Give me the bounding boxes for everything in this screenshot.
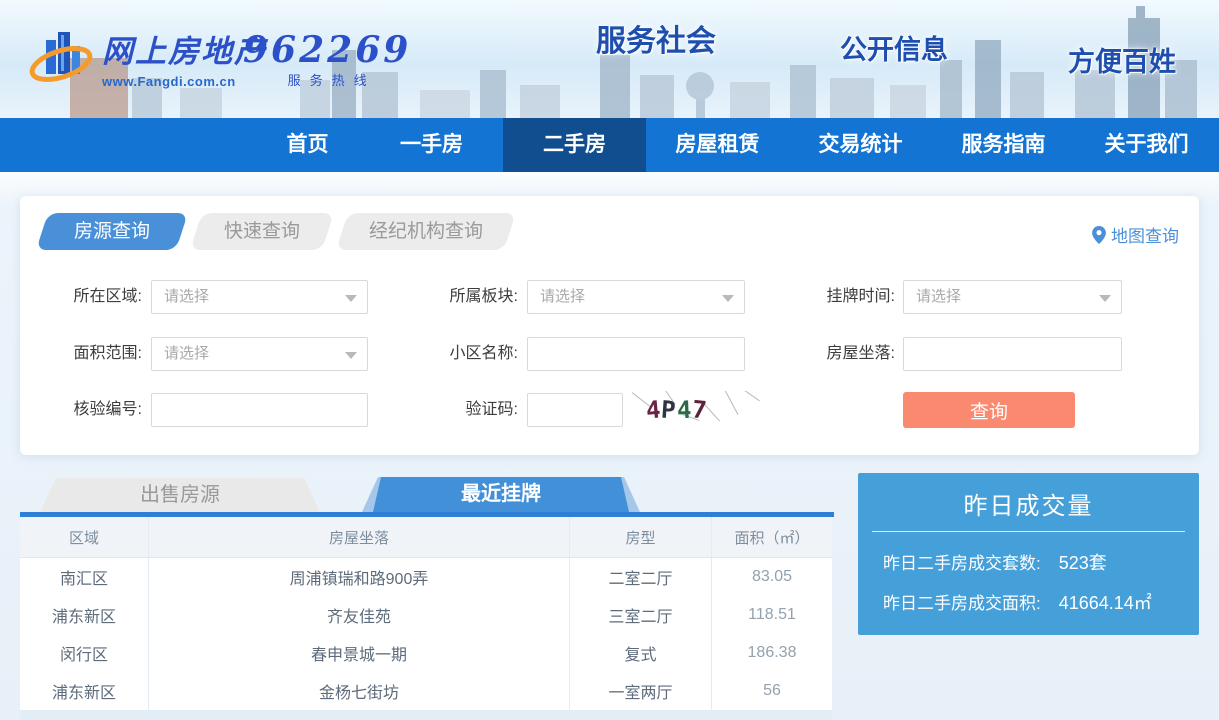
nav-item-statistics[interactable]: 交易统计 — [789, 118, 932, 172]
stats-deal-count: 昨日二手房成交套数: 523套 — [883, 549, 1107, 575]
listing-time-select[interactable]: 请选择 — [903, 280, 1122, 314]
captcha-image[interactable]: 4P47 — [632, 391, 764, 429]
service-hotline: 962269 服务热线 — [243, 32, 411, 89]
map-search-label: 地图查询 — [1111, 222, 1179, 247]
captcha-text: 4P47 — [646, 396, 708, 424]
chevron-down-icon — [345, 352, 357, 359]
captcha-label: 验证码: — [410, 393, 518, 427]
column-header-region: 区域 — [20, 517, 149, 557]
header-slogan: 公开信息 — [840, 28, 948, 67]
nav-item-rental[interactable]: 房屋租赁 — [646, 118, 789, 172]
recent-listings-table: 区域 房屋坐落 房型 面积（㎡） 南汇区 周浦镇瑞和路900弄 二室二厅 83.… — [20, 517, 832, 710]
table-row[interactable]: 浦东新区 齐友佳苑 三室二厅 118.51 — [20, 596, 832, 634]
header-slogan: 方便百姓 — [1068, 40, 1176, 79]
search-panel: 房源查询 快速查询 经纪机构查询 地图查询 所在区域: 请选择 所属板块: 请选… — [20, 196, 1199, 455]
tab-listing-search[interactable]: 房源查询 — [36, 213, 188, 250]
nav-item-about-us[interactable]: 关于我们 — [1075, 118, 1218, 172]
tab-agency-search[interactable]: 经纪机构查询 — [336, 213, 516, 250]
nav-item-second-hand[interactable]: 二手房 — [503, 118, 646, 172]
area-range-select[interactable]: 请选择 — [151, 337, 368, 371]
buildings-logo-icon — [28, 24, 94, 90]
region-select[interactable]: 请选择 — [151, 280, 368, 314]
map-search-link[interactable]: 地图查询 — [1092, 222, 1179, 247]
stats-deal-area-value: 41664.14㎡ — [1059, 593, 1152, 613]
table-row[interactable]: 闵行区 春申景城一期 复式 186.38 — [20, 634, 832, 672]
listing-time-label: 挂牌时间: — [710, 280, 895, 314]
header-slogan: 服务社会 — [596, 16, 716, 60]
site-header: 网上房地产 www.Fangdi.com.cn 962269 服务热线 服务社会… — [0, 0, 1219, 118]
column-header-location: 房屋坐落 — [149, 517, 570, 557]
verification-no-field — [151, 393, 368, 427]
community-name-label: 小区名称: — [410, 337, 518, 371]
house-location-label: 房屋坐落: — [710, 337, 895, 371]
stats-deal-area-label: 昨日二手房成交面积: — [883, 594, 1041, 613]
page: 网上房地产 www.Fangdi.com.cn 962269 服务热线 服务社会… — [0, 0, 1219, 720]
house-location-input[interactable] — [904, 338, 1121, 370]
block-label: 所属板块: — [410, 280, 518, 314]
chevron-down-icon — [1099, 295, 1111, 302]
verification-no-input[interactable] — [152, 394, 367, 426]
stats-divider — [872, 531, 1185, 532]
stats-panel-title: 昨日成交量 — [858, 486, 1199, 521]
chevron-down-icon — [345, 295, 357, 302]
yesterday-transactions-panel: 昨日成交量 昨日二手房成交套数: 523套 昨日二手房成交面积: 41664.14㎡ — [858, 473, 1199, 635]
hotline-label: 服务热线 — [243, 70, 411, 89]
nav-item-home[interactable]: 首页 — [255, 118, 360, 172]
captcha-input[interactable] — [528, 394, 622, 426]
column-header-area: 面积（㎡） — [712, 517, 832, 557]
map-pin-icon — [1092, 226, 1106, 244]
verification-no-label: 核验编号: — [20, 393, 142, 427]
search-tabs: 房源查询 快速查询 经纪机构查询 — [42, 213, 524, 250]
site-logo[interactable]: 网上房地产 www.Fangdi.com.cn — [28, 24, 267, 90]
stats-deal-count-label: 昨日二手房成交套数: — [883, 554, 1041, 573]
main-navigation: 首页 一手房 二手房 房屋租赁 交易统计 服务指南 关于我们 — [0, 118, 1219, 172]
area-range-label: 面积范围: — [20, 337, 142, 371]
tab-recent-listings[interactable]: 最近挂牌 — [362, 477, 640, 512]
stats-deal-count-value: 523套 — [1059, 553, 1107, 573]
table-header-row: 区域 房屋坐落 房型 面积（㎡） — [20, 517, 832, 558]
hotline-number: 962269 — [243, 32, 411, 68]
tab-for-sale-listings[interactable]: 出售房源 — [40, 478, 320, 512]
table-row[interactable]: 南汇区 周浦镇瑞和路900弄 二室二厅 83.05 — [20, 558, 832, 596]
search-button[interactable]: 查询 — [903, 392, 1075, 428]
region-label: 所在区域: — [20, 280, 142, 314]
table-row[interactable]: 浦东新区 金杨七街坊 一室两厅 56 — [20, 672, 832, 710]
stats-deal-area: 昨日二手房成交面积: 41664.14㎡ — [883, 589, 1152, 615]
table-next-row-partial — [20, 710, 832, 720]
column-header-layout: 房型 — [570, 517, 712, 557]
tab-quick-search[interactable]: 快速查询 — [190, 213, 334, 250]
nav-item-service-guide[interactable]: 服务指南 — [932, 118, 1075, 172]
house-location-field — [903, 337, 1122, 371]
captcha-field — [527, 393, 623, 427]
nav-item-new-homes[interactable]: 一手房 — [360, 118, 503, 172]
